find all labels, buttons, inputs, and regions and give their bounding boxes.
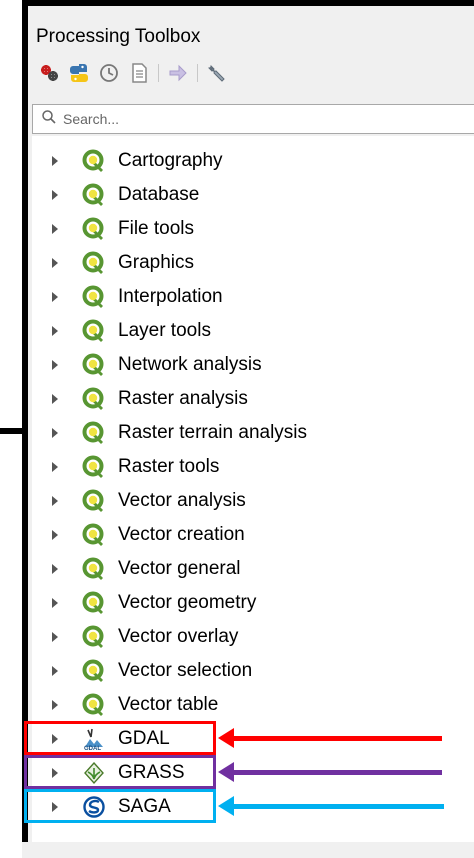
history-icon[interactable] <box>96 60 122 86</box>
tree-item-label: Cartography <box>118 150 223 171</box>
tree-item-raster-analysis[interactable]: Raster analysis <box>32 382 248 416</box>
tree-item-vector-general[interactable]: Vector general <box>32 552 241 586</box>
tree-item-label: Interpolation <box>118 286 223 307</box>
tree-item-label: Graphics <box>118 252 195 273</box>
qgis-icon <box>82 251 106 275</box>
tree-item-interpolation[interactable]: Interpolation <box>32 280 223 314</box>
expand-arrow-icon[interactable] <box>52 190 58 200</box>
expand-arrow-icon[interactable] <box>52 598 58 608</box>
expand-arrow-icon[interactable] <box>52 394 58 404</box>
tree-item-label: Raster analysis <box>118 388 248 409</box>
tree-item-raster-terrain-analysis[interactable]: Raster terrain analysis <box>32 416 307 450</box>
highlight-box-grass <box>24 755 216 789</box>
expand-arrow-icon[interactable] <box>52 360 58 370</box>
tree-item-label: Vector selection <box>118 660 253 681</box>
expand-arrow-icon[interactable] <box>52 326 58 336</box>
qgis-icon <box>82 557 106 581</box>
qgis-icon <box>82 421 106 445</box>
toolbar <box>36 58 230 88</box>
expand-arrow-icon[interactable] <box>52 428 58 438</box>
tree-item-layer-tools[interactable]: Layer tools <box>32 314 211 348</box>
qgis-icon <box>82 659 106 683</box>
tree-item-vector-creation[interactable]: Vector creation <box>32 518 245 552</box>
expand-arrow-icon[interactable] <box>52 700 58 710</box>
expand-arrow-icon[interactable] <box>52 258 58 268</box>
expand-arrow-icon[interactable] <box>52 632 58 642</box>
qgis-icon <box>82 353 106 377</box>
panel-title: Processing Toolbox <box>36 26 201 47</box>
qgis-icon <box>82 217 106 241</box>
tree-item-network-analysis[interactable]: Network analysis <box>32 348 262 382</box>
tree-item-file-tools[interactable]: File tools <box>32 212 194 246</box>
qgis-icon <box>82 489 106 513</box>
search-box[interactable] <box>32 104 474 134</box>
search-input[interactable] <box>57 110 445 128</box>
expand-arrow-icon[interactable] <box>52 156 58 166</box>
highlight-box-saga <box>24 789 216 823</box>
tree-item-vector-analysis[interactable]: Vector analysis <box>32 484 246 518</box>
python-scripts-icon[interactable] <box>66 60 92 86</box>
panel-bottom-edge <box>22 842 474 858</box>
tree-item-label: Vector analysis <box>118 490 246 511</box>
qgis-icon <box>82 183 106 207</box>
tree-item-cartography[interactable]: Cartography <box>32 144 223 178</box>
tree-item-vector-geometry[interactable]: Vector geometry <box>32 586 256 620</box>
tree-item-label: Raster terrain analysis <box>118 422 308 443</box>
qgis-icon <box>82 387 106 411</box>
toolbar-separator <box>197 64 198 82</box>
tree-item-label: Network analysis <box>118 354 262 375</box>
qgis-icon <box>82 693 106 717</box>
tree-item-raster-tools[interactable]: Raster tools <box>32 450 219 484</box>
expand-arrow-icon[interactable] <box>52 496 58 506</box>
tree-item-vector-table[interactable]: Vector table <box>32 688 218 722</box>
tree-item-label: Vector overlay <box>118 626 239 647</box>
toolbar-separator <box>158 64 159 82</box>
pointer-arrow-saga <box>218 789 444 823</box>
qgis-icon <box>82 285 106 309</box>
expand-arrow-icon[interactable] <box>52 564 58 574</box>
tree-item-vector-overlay[interactable]: Vector overlay <box>32 620 238 654</box>
expand-arrow-icon[interactable] <box>52 530 58 540</box>
qgis-icon <box>82 625 106 649</box>
expand-arrow-icon[interactable] <box>52 462 58 472</box>
arrowhead-icon <box>218 796 234 816</box>
tree-item-label: Vector creation <box>118 524 245 545</box>
tree-item-label: Vector table <box>118 694 219 715</box>
pointer-arrow-grass <box>218 755 442 789</box>
expand-arrow-icon[interactable] <box>52 292 58 302</box>
qgis-icon <box>82 319 106 343</box>
tree-item-database[interactable]: Database <box>32 178 199 212</box>
qgis-icon <box>82 591 106 615</box>
tree-item-label: File tools <box>118 218 195 239</box>
qgis-icon <box>82 523 106 547</box>
arrow-shaft <box>234 769 442 775</box>
results-viewer-icon[interactable] <box>126 60 152 86</box>
expand-arrow-icon[interactable] <box>52 224 58 234</box>
arrow-shaft <box>234 803 444 809</box>
highlight-box-gdal <box>24 721 216 755</box>
pointer-arrow-gdal <box>218 721 442 755</box>
search-icon <box>41 109 57 130</box>
tree-item-vector-selection[interactable]: Vector selection <box>32 654 252 688</box>
models-icon[interactable] <box>36 60 62 86</box>
options-wrench-icon[interactable] <box>204 60 230 86</box>
qgis-icon <box>82 149 106 173</box>
tree-item-label: Vector general <box>118 558 241 579</box>
arrowhead-icon <box>218 728 234 748</box>
expand-arrow-icon[interactable] <box>52 666 58 676</box>
arrowhead-icon <box>218 762 234 782</box>
tree-item-label: Raster tools <box>118 456 220 477</box>
tree-item-label: Database <box>118 184 200 205</box>
arrow-shaft <box>234 735 442 741</box>
tree-item-label: Vector geometry <box>118 592 257 613</box>
tree-item-graphics[interactable]: Graphics <box>32 246 194 280</box>
qgis-icon <box>82 455 106 479</box>
in-place-edit-icon[interactable] <box>165 60 191 86</box>
tree-item-label: Layer tools <box>118 320 211 341</box>
